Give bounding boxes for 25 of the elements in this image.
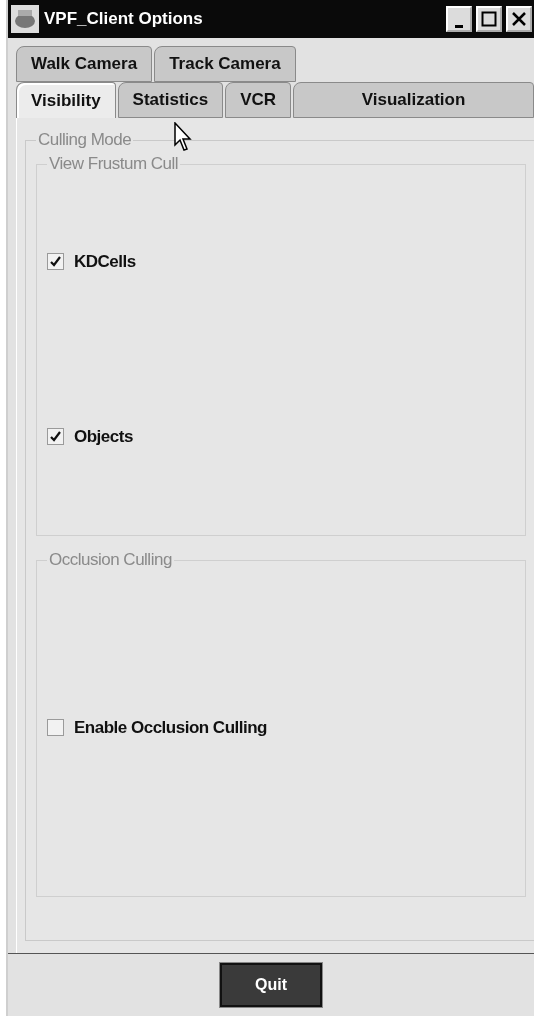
minimize-button[interactable] <box>446 6 472 32</box>
window-title: VPF_Client Options <box>44 9 204 29</box>
maximize-button[interactable] <box>476 6 502 32</box>
checkbox-label: Objects <box>74 426 133 447</box>
tab[interactable]: Visibility <box>16 82 116 118</box>
tab[interactable]: VCR <box>225 82 292 118</box>
tab[interactable]: Statistics <box>117 82 224 118</box>
app-icon <box>10 4 40 34</box>
checkbox-label: KDCells <box>74 251 136 272</box>
group-title: Culling Mode <box>37 130 133 150</box>
close-icon <box>511 11 527 27</box>
tab[interactable]: Walk Camera <box>16 46 153 82</box>
cursor-icon <box>174 122 194 152</box>
minimize-icon <box>455 24 463 28</box>
quit-button[interactable]: Quit <box>220 963 322 1007</box>
checkbox[interactable] <box>47 253 64 270</box>
group-title: View Frustum Cull <box>48 154 180 174</box>
close-button[interactable] <box>506 6 532 32</box>
tab[interactable]: Visualization <box>293 82 534 118</box>
checkbox[interactable] <box>47 719 64 736</box>
maximize-icon <box>481 11 497 27</box>
checkbox-label: Enable Occlusion Culling <box>74 717 267 738</box>
checkbox[interactable] <box>47 428 64 445</box>
group-title: Occlusion Culling <box>48 550 173 570</box>
tab[interactable]: Track Camera <box>154 46 296 82</box>
